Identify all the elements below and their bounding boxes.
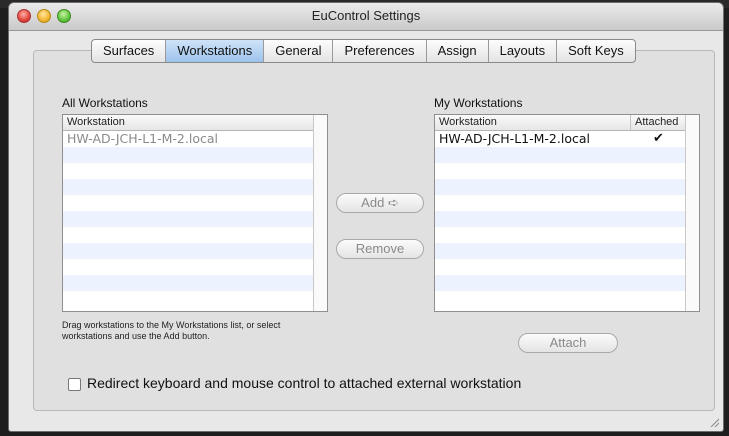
- redirect-checkbox-label[interactable]: Redirect keyboard and mouse control to a…: [87, 375, 521, 391]
- tab-general[interactable]: General: [264, 40, 334, 62]
- empty-row: [63, 259, 314, 275]
- all-workstations-label: All Workstations: [62, 96, 148, 110]
- list-item[interactable]: HW-AD-JCH-L1-M-2.local: [63, 131, 314, 147]
- column-header-attached[interactable]: Attached: [631, 115, 688, 130]
- empty-row: [435, 275, 686, 291]
- all-workstations-list[interactable]: Workstation HW-AD-JCH-L1-M-2.local: [62, 114, 328, 312]
- all-workstations-rows: HW-AD-JCH-L1-M-2.local: [63, 131, 314, 311]
- title-bar[interactable]: EuControl Settings: [9, 3, 723, 31]
- empty-row: [63, 179, 314, 195]
- drag-hint-text: Drag workstations to the My Workstations…: [62, 320, 281, 341]
- tab-workstations[interactable]: Workstations: [166, 40, 265, 62]
- column-header-workstation[interactable]: Workstation: [63, 115, 316, 130]
- attached-checkmark-icon: ✔: [653, 131, 664, 146]
- vertical-scrollbar[interactable]: [685, 115, 699, 311]
- my-workstations-rows: HW-AD-JCH-L1-M-2.local ✔: [435, 131, 686, 311]
- settings-window: EuControl Settings All Workstations Work…: [8, 2, 724, 432]
- tab-layouts[interactable]: Layouts: [489, 40, 558, 62]
- all-workstations-header: Workstation: [63, 115, 327, 131]
- settings-tabs: Surfaces Workstations General Preference…: [91, 39, 636, 63]
- empty-row: [63, 243, 314, 259]
- empty-row: [435, 163, 686, 179]
- workstations-panel: All Workstations Workstation HW-AD-JCH-L…: [33, 50, 715, 411]
- empty-row: [63, 227, 314, 243]
- my-workstations-label: My Workstations: [434, 96, 523, 110]
- empty-row: [435, 227, 686, 243]
- window-title: EuControl Settings: [311, 8, 421, 23]
- tab-surfaces[interactable]: Surfaces: [92, 40, 167, 62]
- tab-preferences[interactable]: Preferences: [333, 40, 427, 62]
- empty-row: [435, 243, 686, 259]
- empty-row: [435, 291, 686, 307]
- empty-row: [63, 163, 314, 179]
- attach-button[interactable]: Attach: [518, 333, 618, 353]
- empty-row: [435, 147, 686, 163]
- empty-row: [435, 179, 686, 195]
- tab-assign[interactable]: Assign: [427, 40, 489, 62]
- tab-soft-keys[interactable]: Soft Keys: [557, 40, 635, 62]
- redirect-checkbox[interactable]: [68, 378, 81, 391]
- empty-row: [63, 275, 314, 291]
- my-workstations-header: Workstation Attached: [435, 115, 699, 131]
- empty-row: [435, 195, 686, 211]
- empty-row: [63, 211, 314, 227]
- resize-grip-icon[interactable]: [709, 417, 719, 427]
- column-header-workstation[interactable]: Workstation: [435, 115, 631, 130]
- my-workstations-list[interactable]: Workstation Attached HW-AD-JCH-L1-M-2.lo…: [434, 114, 700, 312]
- empty-row: [63, 195, 314, 211]
- empty-row: [63, 291, 314, 307]
- list-item[interactable]: HW-AD-JCH-L1-M-2.local ✔: [435, 131, 686, 147]
- empty-row: [435, 211, 686, 227]
- empty-row: [63, 147, 314, 163]
- vertical-scrollbar[interactable]: [313, 115, 327, 311]
- add-button[interactable]: Add ➪: [336, 193, 424, 213]
- remove-button[interactable]: Remove: [336, 239, 424, 259]
- empty-row: [435, 259, 686, 275]
- workstation-name: HW-AD-JCH-L1-M-2.local: [439, 131, 590, 146]
